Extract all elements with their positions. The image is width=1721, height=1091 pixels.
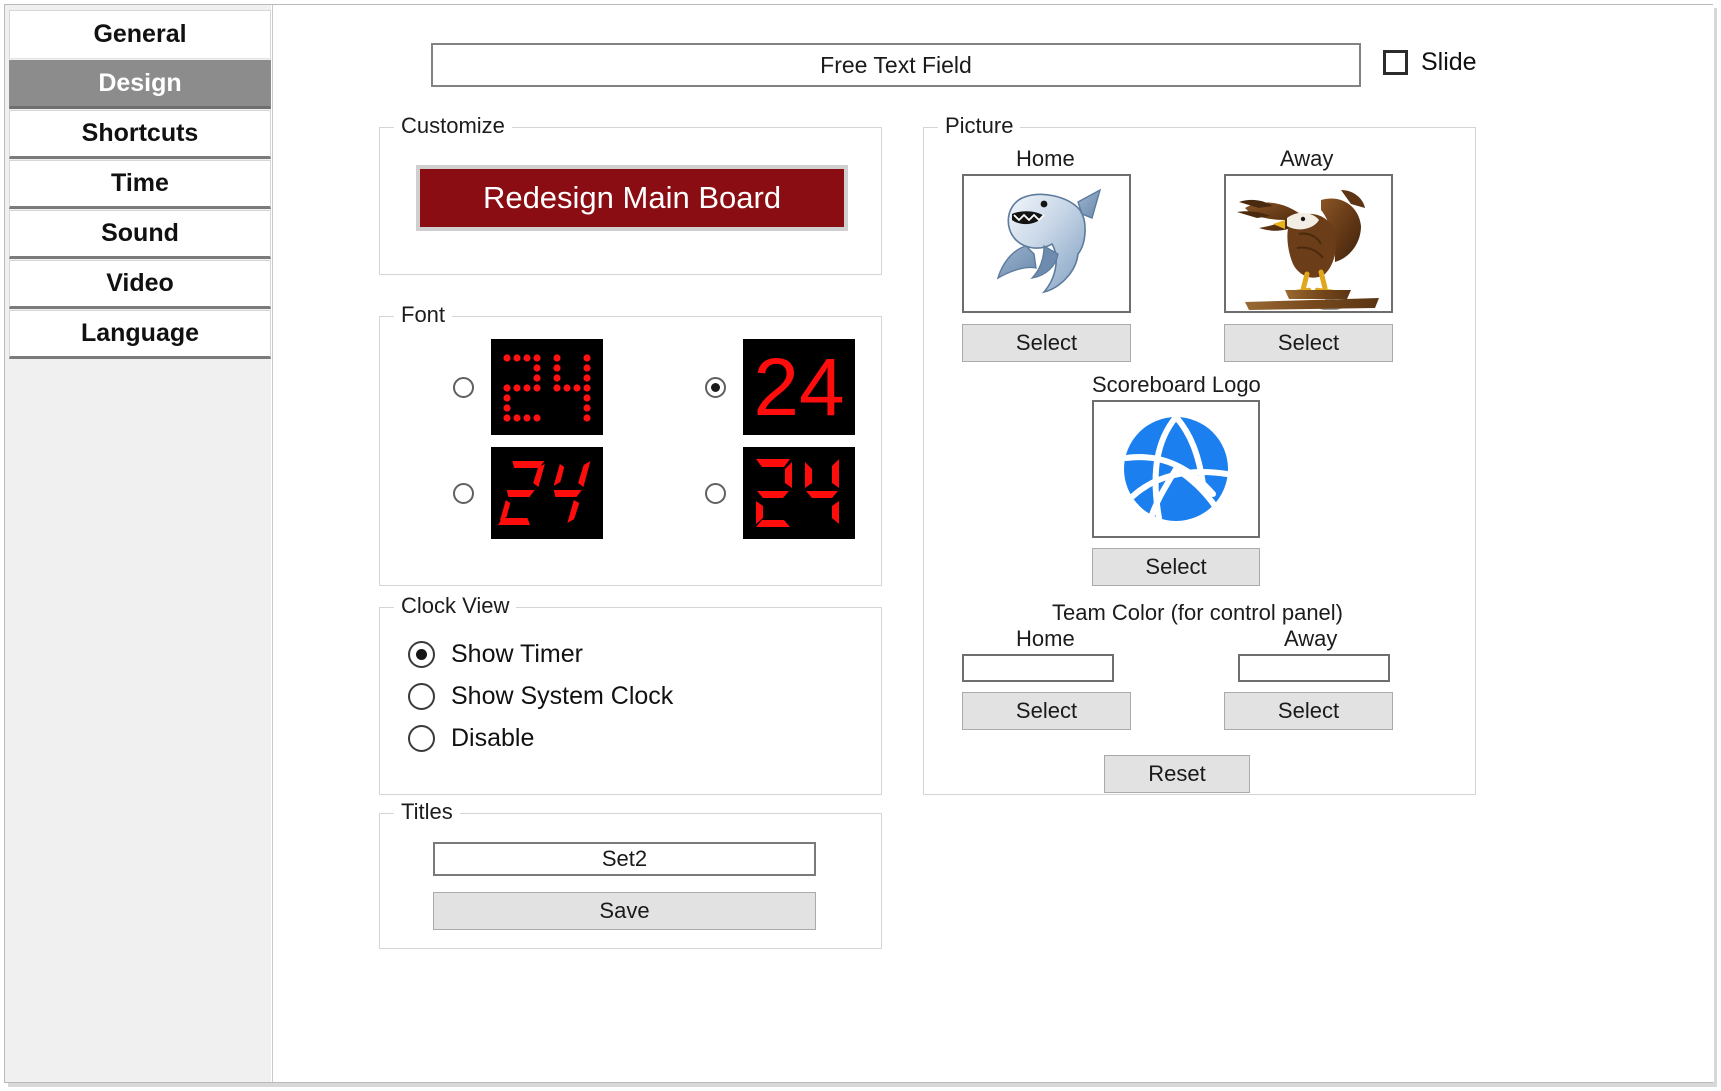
font-option-seven-seg-italic[interactable] bbox=[380, 447, 632, 539]
slide-checkbox-group[interactable]: Slide bbox=[1383, 48, 1477, 77]
team-color-home-label: Home bbox=[1016, 626, 1075, 652]
home-picture-label: Home bbox=[1016, 146, 1075, 172]
redesign-main-board-button[interactable]: Redesign Main Board bbox=[416, 165, 848, 231]
design-panel: Slide Customize Redesign Main Board Font bbox=[272, 5, 1714, 1082]
free-text-input[interactable] bbox=[431, 43, 1361, 87]
font-option-dot-matrix[interactable] bbox=[380, 339, 632, 435]
solid-digital-24-icon: 24 bbox=[747, 345, 851, 429]
sidebar-item-shortcuts[interactable]: Shortcuts bbox=[9, 110, 271, 159]
home-picture-preview[interactable] bbox=[962, 174, 1131, 313]
sidebar-item-time[interactable]: Time bbox=[9, 160, 271, 209]
titles-group-title: Titles bbox=[394, 799, 460, 825]
sidebar-item-label: Design bbox=[98, 69, 181, 98]
sidebar-item-label: Shortcuts bbox=[82, 119, 199, 148]
team-color-reset-button[interactable]: Reset bbox=[1104, 755, 1250, 793]
sidebar-item-design[interactable]: Design bbox=[9, 60, 271, 109]
scoreboard-logo-preview[interactable] bbox=[1092, 400, 1260, 538]
titles-group: Titles Save bbox=[379, 813, 882, 949]
customize-group-title: Customize bbox=[394, 113, 512, 139]
home-picture-select-button[interactable]: Select bbox=[962, 324, 1131, 362]
shark-logo-icon bbox=[982, 184, 1112, 304]
sidebar-item-sound[interactable]: Sound bbox=[9, 210, 271, 259]
font-group: Font bbox=[379, 316, 882, 586]
picture-group-title: Picture bbox=[938, 113, 1020, 139]
sidebar: General Design Shortcuts Time Sound Vide… bbox=[5, 5, 271, 1082]
clock-option-label: Disable bbox=[451, 724, 534, 753]
volleyball-icon bbox=[1117, 410, 1235, 528]
clock-option-label: Show System Clock bbox=[451, 682, 673, 711]
scoreboard-logo-label: Scoreboard Logo bbox=[1092, 372, 1261, 398]
slide-label: Slide bbox=[1421, 48, 1477, 77]
font-options-grid: 24 bbox=[380, 339, 883, 539]
away-picture-preview[interactable] bbox=[1224, 174, 1393, 313]
team-color-away-label: Away bbox=[1284, 626, 1337, 652]
sidebar-item-label: Language bbox=[81, 319, 199, 348]
font-radio-solid-digital[interactable] bbox=[705, 377, 726, 398]
svg-text:24: 24 bbox=[753, 345, 844, 429]
font-option-seven-seg-block[interactable] bbox=[632, 447, 884, 539]
eagle-statue-icon bbox=[1229, 178, 1389, 310]
customize-group: Customize Redesign Main Board bbox=[379, 127, 882, 275]
window-shadow-bottom bbox=[8, 1083, 1717, 1087]
clock-radio-show-timer[interactable] bbox=[408, 641, 435, 668]
settings-window: General Design Shortcuts Time Sound Vide… bbox=[0, 0, 1721, 1091]
team-color-home-swatch[interactable] bbox=[962, 654, 1114, 682]
font-radio-dot-matrix[interactable] bbox=[453, 377, 474, 398]
font-preview-seven-seg-block bbox=[743, 447, 855, 539]
save-button[interactable]: Save bbox=[433, 892, 816, 930]
clock-radio-disable[interactable] bbox=[408, 725, 435, 752]
clock-option-show-timer[interactable]: Show Timer bbox=[408, 640, 583, 669]
title-set-input[interactable] bbox=[433, 842, 816, 876]
away-picture-label: Away bbox=[1280, 146, 1333, 172]
sidebar-item-video[interactable]: Video bbox=[9, 260, 271, 309]
sidebar-item-general[interactable]: General bbox=[9, 10, 271, 59]
clock-option-disable[interactable]: Disable bbox=[408, 724, 534, 753]
sidebar-item-label: General bbox=[93, 20, 186, 49]
sidebar-item-language[interactable]: Language bbox=[9, 310, 271, 359]
team-color-home-select-button[interactable]: Select bbox=[962, 692, 1131, 730]
team-color-away-select-button[interactable]: Select bbox=[1224, 692, 1393, 730]
clock-view-group-title: Clock View bbox=[394, 593, 516, 619]
picture-group: Picture Home bbox=[923, 127, 1476, 795]
clock-option-show-system-clock[interactable]: Show System Clock bbox=[408, 682, 673, 711]
font-group-title: Font bbox=[394, 302, 452, 328]
font-preview-dot-matrix bbox=[491, 339, 603, 435]
away-picture-select-button[interactable]: Select bbox=[1224, 324, 1393, 362]
sidebar-tab-list: General Design Shortcuts Time Sound Vide… bbox=[9, 10, 271, 360]
clock-view-group: Clock View Show Timer Show System Clock … bbox=[379, 607, 882, 795]
team-color-label: Team Color (for control panel) bbox=[1052, 600, 1343, 626]
slide-checkbox[interactable] bbox=[1383, 50, 1408, 75]
font-option-solid-digital[interactable]: 24 bbox=[632, 339, 884, 435]
seven-segment-italic-24-icon bbox=[495, 453, 599, 533]
sidebar-item-label: Time bbox=[111, 169, 169, 198]
dot-matrix-24-icon bbox=[497, 348, 597, 426]
clock-radio-show-system-clock[interactable] bbox=[408, 683, 435, 710]
team-color-away-swatch[interactable] bbox=[1238, 654, 1390, 682]
font-radio-seven-seg-italic[interactable] bbox=[453, 483, 474, 504]
font-radio-seven-seg-block[interactable] bbox=[705, 483, 726, 504]
seven-segment-block-24-icon bbox=[747, 453, 851, 533]
sidebar-item-label: Sound bbox=[101, 219, 179, 248]
font-preview-seven-seg-italic bbox=[491, 447, 603, 539]
top-row: Slide bbox=[431, 43, 1681, 89]
clock-option-label: Show Timer bbox=[451, 640, 583, 669]
scoreboard-logo-select-button[interactable]: Select bbox=[1092, 548, 1260, 586]
sidebar-item-label: Video bbox=[106, 269, 174, 298]
font-preview-solid-digital: 24 bbox=[743, 339, 855, 435]
